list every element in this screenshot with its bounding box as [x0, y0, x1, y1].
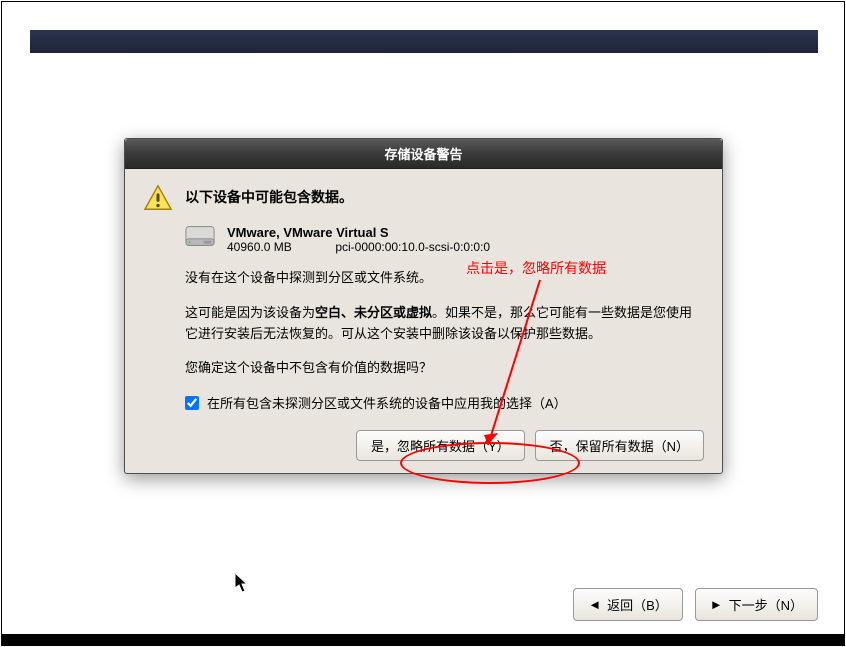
para-pre: 这可能是因为该设备为 [185, 305, 315, 320]
harddisk-icon [185, 225, 215, 247]
storage-warning-dialog: 存储设备警告 以下设备中可能包含数据。 VMware, VMware Virtu… [124, 138, 723, 474]
back-label: 返回（B） [607, 595, 668, 614]
device-size: 40960.0 MB [227, 240, 332, 254]
top-banner [30, 30, 818, 53]
device-info: VMware, VMware Virtual S 40960.0 MB pci-… [227, 225, 490, 254]
no-keep-button[interactable]: 否，保留所有数据（N） [535, 430, 704, 461]
apply-all-checkbox[interactable] [185, 396, 199, 410]
para-bold: 空白、未分区或虚拟 [315, 305, 432, 320]
mouse-cursor-icon [234, 572, 250, 594]
wizard-nav-row: ◄ 返回（B） ► 下一步（N） [573, 588, 818, 621]
annotation-hint-text: 点击是，忽略所有数据 [466, 258, 606, 278]
dialog-text-confirm: 您确定这个设备中不包含有价值的数据吗？ [185, 358, 704, 379]
heading-row: 以下设备中可能包含数据。 [143, 183, 704, 213]
dialog-body: 以下设备中可能包含数据。 VMware, VMware Virtual S 40… [125, 169, 722, 473]
device-meta: 40960.0 MB pci-0000:00:10.0-scsi-0:0:0:0 [227, 240, 490, 254]
warning-icon [143, 183, 173, 213]
dialog-button-row: 是，忽略所有数据（Y） 否，保留所有数据（N） [143, 430, 704, 461]
apply-all-label: 在所有包含未探测分区或文件系统的设备中应用我的选择（A） [207, 393, 567, 412]
apply-all-checkbox-row[interactable]: 在所有包含未探测分区或文件系统的设备中应用我的选择（A） [185, 393, 704, 412]
bottom-edge [1, 634, 845, 646]
next-button[interactable]: ► 下一步（N） [695, 588, 818, 621]
dialog-text-reason: 这可能是因为该设备为空白、未分区或虚拟。如果不是，那么它可能有一些数据是您使用它… [185, 303, 704, 345]
yes-discard-button[interactable]: 是，忽略所有数据（Y） [356, 430, 525, 461]
device-name: VMware, VMware Virtual S [227, 225, 490, 240]
device-row: VMware, VMware Virtual S 40960.0 MB pci-… [185, 225, 704, 254]
arrow-right-icon: ► [710, 598, 723, 611]
next-label: 下一步（N） [729, 595, 803, 614]
dialog-heading: 以下设备中可能包含数据。 [185, 183, 353, 207]
dialog-text-no-partition: 没有在这个设备中探测到分区或文件系统。 [185, 268, 704, 289]
dialog-title: 存储设备警告 [125, 139, 722, 169]
arrow-left-icon: ◄ [588, 598, 601, 611]
back-button[interactable]: ◄ 返回（B） [573, 588, 683, 621]
device-path: pci-0000:00:10.0-scsi-0:0:0:0 [335, 240, 490, 254]
